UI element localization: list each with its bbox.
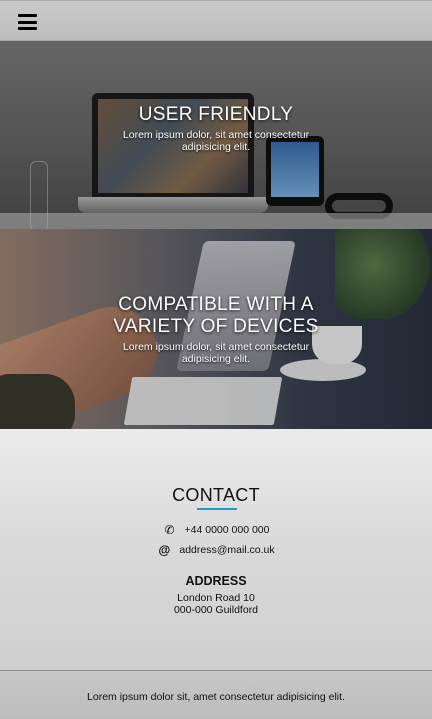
hero-title: COMPATIBLE WITH A VARIETY OF DEVICES — [113, 294, 319, 337]
address-title: ADDRESS — [185, 574, 247, 588]
hero-user-friendly: USER FRIENDLY Lorem ipsum dolor, sit ame… — [0, 41, 432, 229]
address-line-2: 000-000 Guildford — [173, 604, 259, 616]
footer-text: Lorem ipsum dolor sit, amet consectetur … — [87, 691, 345, 703]
footer: Lorem ipsum dolor sit, amet consectetur … — [0, 670, 432, 719]
contact-phone[interactable]: ✆ +44 0000 000 000 — [0, 523, 432, 537]
top-nav-bar — [0, 0, 432, 41]
contact-title: CONTACT — [172, 485, 260, 505]
hero-title: USER FRIENDLY — [138, 104, 294, 125]
hero-compatible-devices: COMPATIBLE WITH A VARIETY OF DEVICES Lor… — [0, 229, 432, 429]
hamburger-icon[interactable] — [18, 14, 37, 30]
address-line-1: London Road 10 — [177, 592, 255, 604]
hero-subtitle: Lorem ipsum dolor, sit amet consectetur … — [122, 129, 310, 153]
title-underline — [197, 508, 237, 510]
phone-icon: ✆ — [164, 523, 175, 537]
contact-section: CONTACT ✆ +44 0000 000 000 @ address@mail.… — [0, 429, 432, 670]
at-sign-icon: @ — [158, 543, 171, 557]
contact-email[interactable]: @ address@mail.co.uk — [0, 543, 432, 557]
hero-subtitle: Lorem ipsum dolor, sit amet consectetur … — [122, 341, 310, 365]
phone-number[interactable]: +44 0000 000 000 — [185, 524, 270, 536]
email-address[interactable]: address@mail.co.uk — [179, 544, 274, 556]
